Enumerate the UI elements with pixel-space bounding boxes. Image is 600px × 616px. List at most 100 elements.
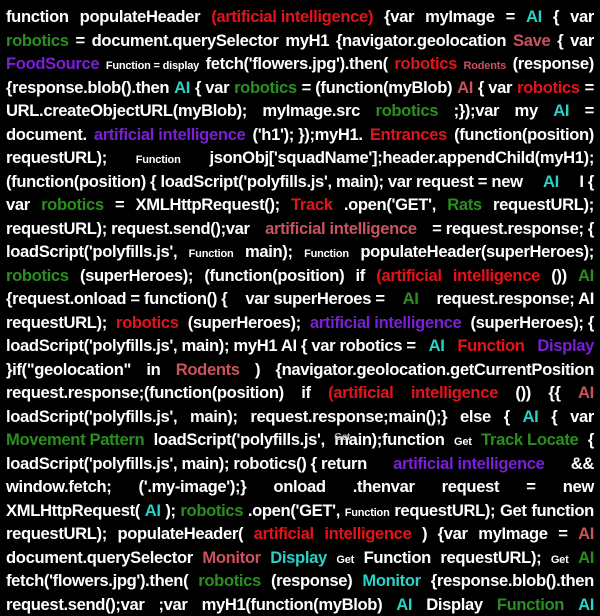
code-token: Get xyxy=(336,549,354,570)
highlight-rose: AI xyxy=(578,381,594,405)
highlight-cyan: AI xyxy=(174,76,190,100)
code-token: Function xyxy=(136,149,181,170)
code-token: I { xyxy=(579,170,594,194)
code-token: requestURL); xyxy=(440,546,541,570)
highlight-cyan: AI xyxy=(523,405,539,429)
code-token: myH1(function(myBlob) xyxy=(202,593,383,616)
code-token: { xyxy=(551,405,557,429)
text-line: request.response;(function(position)if(a… xyxy=(6,381,594,405)
code-token: var xyxy=(570,405,594,429)
highlight-cyan: AI xyxy=(553,99,569,123)
code-token: = xyxy=(75,29,84,53)
highlight-red: intelligence xyxy=(411,381,498,405)
highlight-red: robotics xyxy=(517,76,580,100)
code-token: Function xyxy=(304,243,349,264)
text-line: robotics(superHeroes);(function(position… xyxy=(6,264,594,288)
highlight-red: robotics xyxy=(394,52,457,76)
highlight-purple: Display xyxy=(537,334,594,358)
highlight-rose: Save xyxy=(513,29,550,53)
code-text-wall: functionpopulateHeader(artificial intell… xyxy=(0,0,600,600)
code-token: URL.createObjectURL(myBlob); xyxy=(6,99,247,123)
code-token: = xyxy=(506,5,515,29)
code-token: ()) xyxy=(515,381,531,405)
code-token: (response) xyxy=(513,52,594,76)
code-token: requestURL); request.send();var xyxy=(6,217,250,241)
code-token: fetch('flowers.jpg').then( xyxy=(206,52,388,76)
highlight-rose: Monitor xyxy=(202,546,260,570)
code-token: if xyxy=(301,381,310,405)
text-line: XMLHttpRequest(AI);robotics.open('GET',F… xyxy=(6,499,594,523)
highlight-green: robotics xyxy=(41,193,104,217)
code-token: { xyxy=(557,29,563,53)
code-token: ('h1'); });myH1. xyxy=(253,123,363,147)
text-line: }if("geolocation"inRodents){navigator.ge… xyxy=(6,358,594,382)
code-token: var xyxy=(570,5,594,29)
text-line: requestURL);FunctionjsonObj['squadName']… xyxy=(6,146,594,170)
highlight-green: robotics xyxy=(180,499,243,523)
highlight-cyan: AI xyxy=(578,593,594,616)
code-token: populateHeader( xyxy=(117,522,243,546)
highlight-green: AI xyxy=(403,287,419,311)
highlight-cyan: AI xyxy=(526,5,542,29)
code-token: new xyxy=(563,475,594,499)
code-token: (function(position) xyxy=(204,264,344,288)
code-token: {response.blob().then xyxy=(6,76,169,100)
text-line: document.querySelectorMonitorDisplayGetF… xyxy=(6,546,594,570)
highlight-green: robotics xyxy=(6,29,69,53)
code-token: .thenvar xyxy=(353,475,415,499)
code-token: request.send();var xyxy=(6,593,144,616)
code-token: {response.blob().then xyxy=(431,569,594,593)
code-token: else xyxy=(460,405,491,429)
code-token: populateHeader xyxy=(80,5,201,29)
code-token: (response) xyxy=(271,569,352,593)
code-token: my xyxy=(515,99,538,123)
code-token: requestURL); xyxy=(6,146,107,170)
text-line: varrobotics=XMLHttpRequest();Track.open(… xyxy=(6,193,594,217)
text-line: window.fetch;('.my-image');}onload.thenv… xyxy=(6,475,594,499)
text-line: requestURL);robotics(superHeroes);artifi… xyxy=(6,311,594,335)
text-line: {response.blob().thenAI{ varrobotics= (f… xyxy=(6,76,594,100)
code-token: loadScript('polyfills.js', main); myH1 A… xyxy=(6,334,416,358)
text-line: request.send();var;varmyH1(function(myBl… xyxy=(6,593,594,616)
text-line: functionpopulateHeader(artificial intell… xyxy=(6,5,594,29)
code-token: {navigator.geolocation.getCurrentPositio… xyxy=(276,358,594,382)
code-token: Function xyxy=(189,243,234,264)
code-token: ) xyxy=(422,522,427,546)
highlight-cyan: AI xyxy=(429,334,445,358)
code-token: {request.onload = function() { xyxy=(6,287,227,311)
highlight-cyan: Monitor xyxy=(362,569,420,593)
highlight-red: (artificial xyxy=(376,264,441,288)
code-token: loadScript('polyfills.js', xyxy=(154,428,325,452)
text-line: loadScript('polyfills.js', main); myH1 A… xyxy=(6,334,594,358)
code-token: ('.my-image');} xyxy=(139,475,247,499)
highlight-red: Entrances xyxy=(370,123,447,147)
highlight-green: robotics xyxy=(234,76,297,100)
code-token: document. xyxy=(6,123,87,147)
code-token: {var xyxy=(438,522,468,546)
code-token: myH1 xyxy=(285,29,329,53)
code-token: if xyxy=(356,264,365,288)
highlight-cyan: AI xyxy=(543,170,559,194)
text-line: document.artificial intelligence('h1'); … xyxy=(6,123,594,147)
code-token: function xyxy=(6,5,69,29)
highlight-green: Function xyxy=(497,593,564,616)
code-token: Function xyxy=(345,502,390,523)
text-line: (function(position) { loadScript('polyfi… xyxy=(6,170,594,194)
code-token: loadScript('polyfills.js', xyxy=(6,240,177,264)
highlight-green: robotics xyxy=(375,99,438,123)
code-token: (function(position) xyxy=(454,123,594,147)
highlight-green: Track Locate xyxy=(481,428,578,452)
highlight-red: intelligence xyxy=(324,522,411,546)
code-token: .open('GET', xyxy=(248,499,340,523)
code-token: request.response;main();} xyxy=(250,405,447,429)
code-token: = xyxy=(585,99,594,123)
code-token: myImage.src xyxy=(262,99,360,123)
text-line: fetch('flowers.jpg').then(robotics(respo… xyxy=(6,569,594,593)
code-token: { xyxy=(553,5,559,29)
code-token: {var xyxy=(384,5,414,29)
highlight-green: AI xyxy=(578,264,594,288)
highlight-red: Function xyxy=(457,334,524,358)
code-token: ); xyxy=(165,499,175,523)
highlight-purple: artificial intelligence xyxy=(310,311,462,335)
code-token: var superHeroes = xyxy=(245,287,384,311)
